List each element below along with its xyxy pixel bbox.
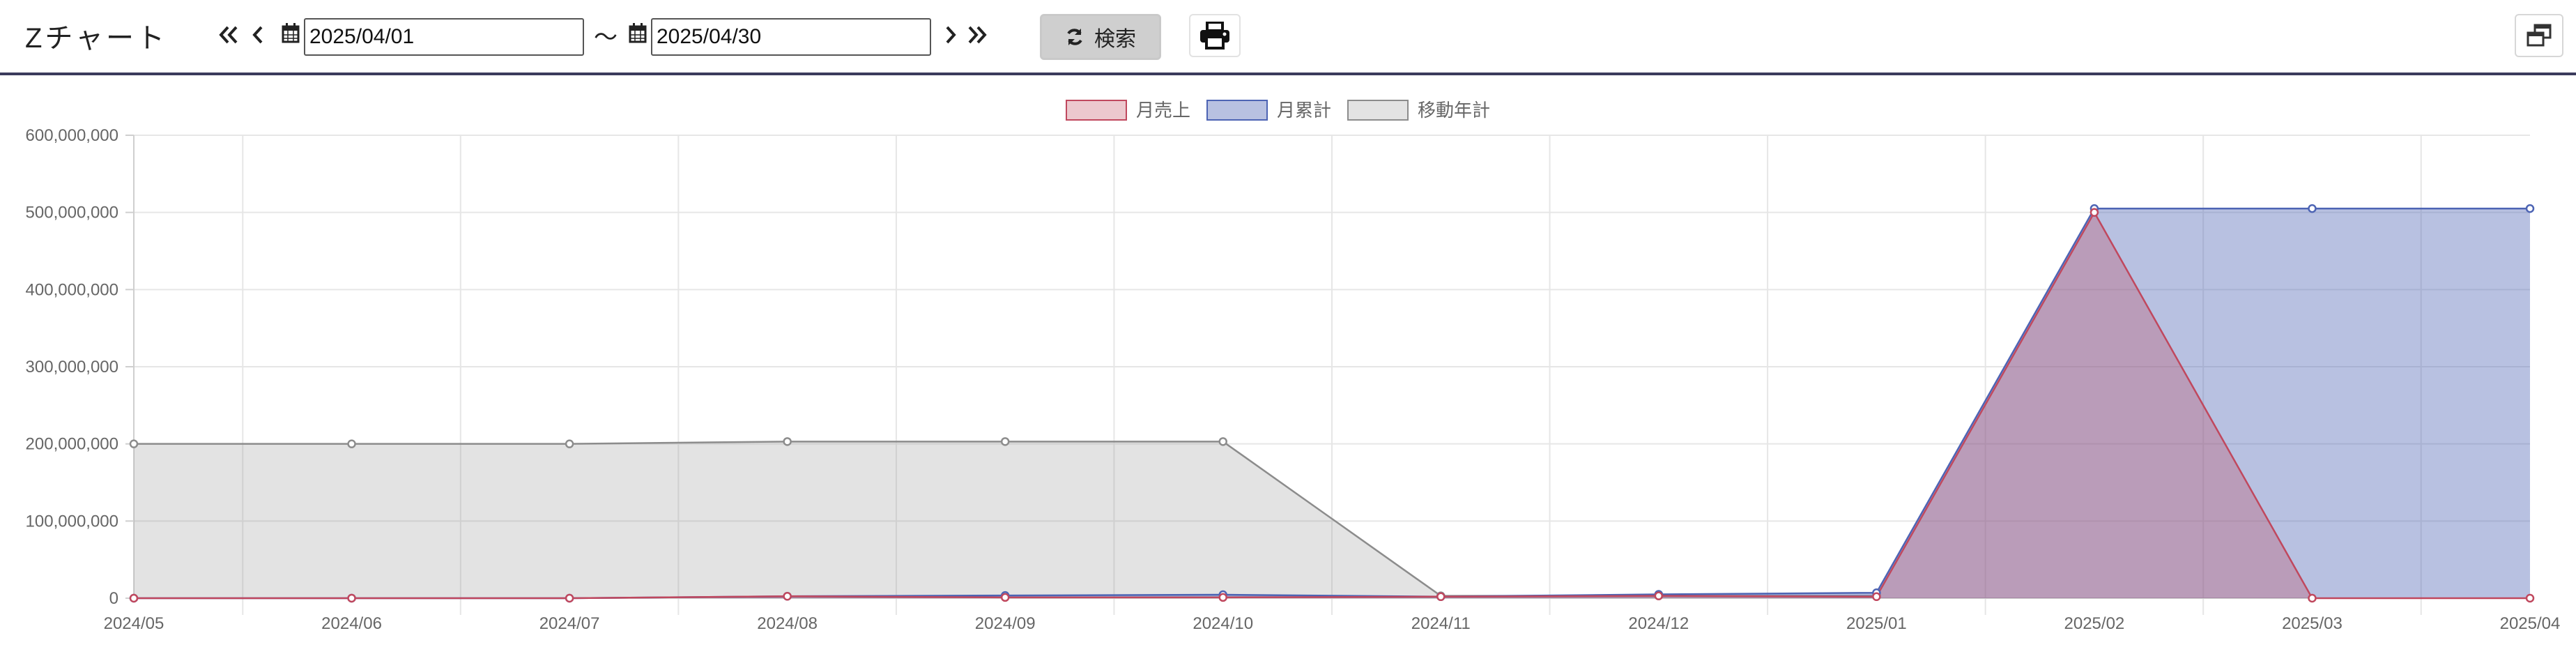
legend-swatch (1347, 100, 1409, 121)
data-point (783, 437, 792, 446)
window-toggle-button[interactable] (2515, 14, 2563, 57)
date-from-input[interactable] (304, 18, 584, 56)
x-tick-label: 2024/12 (1628, 614, 1689, 633)
x-tick-label: 2024/07 (539, 614, 600, 633)
data-point (2308, 204, 2317, 213)
search-button[interactable]: 検索 (1040, 14, 1161, 60)
data-point (2525, 593, 2535, 603)
previous-period-button[interactable] (244, 15, 272, 54)
x-tick-label: 2025/02 (2064, 614, 2125, 633)
x-axis: 2024/05 2024/06 2024/07 2024/08 2024/09 2024/… (104, 614, 2561, 633)
legend-label: 月売上 (1136, 100, 1190, 121)
data-point (1000, 437, 1010, 446)
y-tick-label: 400,000,000 (26, 280, 118, 299)
x-tick-label: 2024/10 (1193, 614, 1253, 633)
data-point (347, 439, 356, 448)
legend-swatch (1206, 100, 1268, 121)
calendar-icon (629, 23, 647, 43)
data-point (2090, 208, 2099, 217)
page-title: Zチャート (25, 23, 168, 54)
double-chevron-right-icon (968, 26, 987, 44)
legend-swatch (1066, 100, 1127, 121)
next-period-button[interactable] (937, 15, 965, 54)
date-to-input[interactable] (651, 18, 931, 56)
calendar-icon (282, 23, 300, 43)
y-tick-label: 100,000,000 (26, 512, 118, 531)
y-tick-label: 600,000,000 (26, 126, 118, 145)
chevron-left-icon (252, 26, 263, 44)
x-tick-label: 2024/11 (1411, 614, 1471, 633)
data-point (2525, 204, 2535, 213)
y-tick-label: 300,000,000 (26, 358, 118, 376)
data-point (1436, 592, 1446, 602)
refresh-icon (1067, 29, 1082, 45)
data-point (1654, 591, 1664, 600)
chart-legend: 月売上 月累計 移動年計 (1066, 100, 1490, 121)
x-tick-label: 2025/04 (2500, 614, 2561, 633)
last-period-button[interactable] (963, 15, 991, 54)
legend-label: 移動年計 (1418, 100, 1490, 121)
data-point (1872, 592, 1881, 602)
x-tick-label: 2024/05 (104, 614, 164, 633)
x-tick-label: 2025/03 (2282, 614, 2343, 633)
search-button-label: 検索 (1094, 28, 1136, 51)
z-chart: 月売上 月累計 移動年計 0 100,000,000 200,000,000 300,00… (26, 100, 2561, 633)
x-tick-label: 2024/06 (321, 614, 382, 633)
chevron-right-icon (946, 26, 956, 44)
x-tick-label: 2024/08 (757, 614, 818, 633)
data-point (565, 439, 574, 448)
y-tick-label: 0 (109, 589, 118, 608)
x-tick-label: 2024/09 (975, 614, 1036, 633)
data-point (1218, 593, 1227, 602)
printer-icon (1200, 22, 1229, 50)
toolbar: Zチャート ～ (0, 0, 2576, 75)
legend-label: 月累計 (1277, 100, 1331, 121)
y-tick-label: 200,000,000 (26, 435, 118, 454)
window-restore-icon (2527, 24, 2552, 47)
data-point (129, 593, 139, 603)
date-range-separator: ～ (594, 24, 618, 51)
print-button[interactable] (1189, 14, 1241, 57)
data-point (565, 593, 574, 603)
double-chevron-left-icon (219, 26, 238, 44)
y-tick-label: 500,000,000 (26, 204, 118, 222)
x-tick-label: 2025/01 (1846, 614, 1907, 633)
data-point (1000, 593, 1010, 602)
data-point (347, 593, 356, 603)
first-period-button[interactable] (215, 15, 243, 54)
series-area-2 (134, 441, 1877, 598)
data-point (1218, 437, 1227, 446)
y-axis: 0 100,000,000 200,000,000 300,000,000 400,00… (26, 126, 118, 608)
data-point (783, 591, 792, 601)
data-point (2308, 593, 2317, 603)
data-point (129, 439, 139, 448)
